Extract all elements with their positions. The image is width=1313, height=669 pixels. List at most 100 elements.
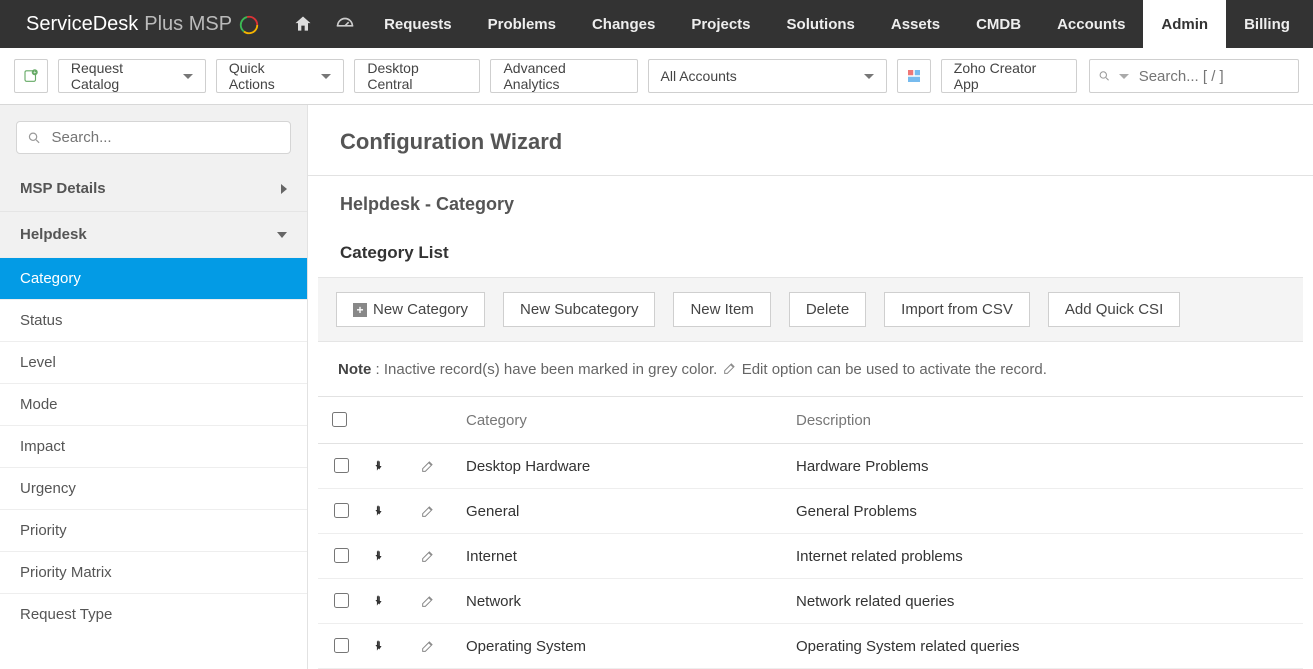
account-org-icon[interactable]: [897, 59, 931, 93]
table-row: Operating SystemOperating System related…: [318, 624, 1303, 669]
nav-requests[interactable]: Requests: [366, 0, 470, 48]
note-prefix: : Inactive record(s) have been marked in…: [371, 361, 721, 378]
nav-problems[interactable]: Problems: [470, 0, 574, 48]
search-icon: [1098, 68, 1111, 84]
table-row: GeneralGeneral Problems: [318, 489, 1303, 534]
note-suffix: Edit option can be used to activate the …: [742, 361, 1047, 378]
import-csv-button[interactable]: Import from CSV: [884, 292, 1030, 327]
cell-category: General: [456, 489, 786, 534]
quick-actions-dropdown[interactable]: Quick Actions: [216, 59, 345, 93]
quick-actions-label: Quick Actions: [229, 60, 314, 92]
expand-icon[interactable]: [374, 639, 388, 653]
new-subcategory-button[interactable]: New Subcategory: [503, 292, 655, 327]
expand-icon[interactable]: [374, 594, 388, 608]
chevron-down-icon: [183, 74, 193, 79]
sidebar-group-msp-details[interactable]: MSP Details: [0, 166, 307, 211]
zoho-creator-button[interactable]: Zoho Creator App: [941, 59, 1077, 93]
cell-category: Internet: [456, 534, 786, 579]
cell-category: Desktop Hardware: [456, 444, 786, 489]
toolbar: + Request Catalog Quick Actions Desktop …: [0, 48, 1313, 105]
sidebar-group-label: MSP Details: [20, 180, 106, 197]
sidebar-item-request-type[interactable]: Request Type: [0, 593, 307, 635]
desktop-central-button[interactable]: Desktop Central: [354, 59, 480, 93]
sidebar-item-mode[interactable]: Mode: [0, 383, 307, 425]
col-description-header: Description: [786, 397, 1303, 444]
select-all-checkbox[interactable]: [332, 412, 347, 427]
brand: ServiceDesk Plus MSP: [0, 0, 282, 48]
nav-admin[interactable]: Admin: [1143, 0, 1226, 48]
sidebar-item-impact[interactable]: Impact: [0, 425, 307, 467]
expand-icon[interactable]: [374, 549, 388, 563]
new-item-label: New Item: [690, 301, 753, 318]
sidebar-item-urgency[interactable]: Urgency: [0, 467, 307, 509]
col-expand: [364, 397, 410, 444]
cell-description: General Problems: [786, 489, 1303, 534]
expand-icon[interactable]: [374, 459, 388, 473]
sidebar-item-level[interactable]: Level: [0, 341, 307, 383]
desktop-central-label: Desktop Central: [367, 60, 467, 92]
topnav-items: RequestsProblemsChangesProjectsSolutions…: [366, 0, 1308, 48]
row-checkbox[interactable]: [334, 638, 349, 653]
brand-logo-icon: [238, 14, 260, 36]
cell-category: Network: [456, 579, 786, 624]
svg-text:+: +: [33, 70, 36, 76]
edit-icon: [722, 360, 738, 376]
action-bar: + New Category New Subcategory New Item …: [318, 277, 1303, 342]
cell-description: Hardware Problems: [786, 444, 1303, 489]
nav-solutions[interactable]: Solutions: [769, 0, 873, 48]
nav-accounts[interactable]: Accounts: [1039, 0, 1143, 48]
new-request-icon[interactable]: +: [14, 59, 48, 93]
chevron-down-icon: [1119, 74, 1129, 79]
add-quick-csi-button[interactable]: Add Quick CSI: [1048, 292, 1180, 327]
sidebar-item-priority-matrix[interactable]: Priority Matrix: [0, 551, 307, 593]
import-csv-label: Import from CSV: [901, 301, 1013, 318]
sidebar-item-status[interactable]: Status: [0, 299, 307, 341]
sidebar-search-wrap: [0, 105, 307, 166]
row-checkbox[interactable]: [334, 503, 349, 518]
edit-icon[interactable]: [420, 548, 436, 564]
main: Configuration Wizard Helpdesk - Category…: [308, 105, 1313, 669]
edit-icon[interactable]: [420, 458, 436, 474]
nav-cmdb[interactable]: CMDB: [958, 0, 1039, 48]
chevron-down-icon: [321, 74, 331, 79]
dashboard-icon[interactable]: [324, 0, 366, 48]
home-icon[interactable]: [282, 0, 324, 48]
expand-icon[interactable]: [374, 504, 388, 518]
row-checkbox[interactable]: [334, 458, 349, 473]
request-catalog-dropdown[interactable]: Request Catalog: [58, 59, 206, 93]
new-subcategory-label: New Subcategory: [520, 301, 638, 318]
row-checkbox[interactable]: [334, 548, 349, 563]
top-nav: ServiceDesk Plus MSP RequestsProblemsCha…: [0, 0, 1313, 48]
sidebar-search-input[interactable]: [50, 128, 280, 147]
sidebar-group-helpdesk[interactable]: Helpdesk: [0, 211, 307, 257]
add-quick-csi-label: Add Quick CSI: [1065, 301, 1163, 318]
search-input[interactable]: [1137, 67, 1290, 86]
edit-icon[interactable]: [420, 593, 436, 609]
advanced-analytics-button[interactable]: Advanced Analytics: [490, 59, 637, 93]
delete-button[interactable]: Delete: [789, 292, 866, 327]
zoho-creator-label: Zoho Creator App: [954, 60, 1064, 92]
sidebar-item-category[interactable]: Category: [0, 257, 307, 299]
new-category-button[interactable]: + New Category: [336, 292, 485, 327]
col-edit: [410, 397, 456, 444]
new-item-button[interactable]: New Item: [673, 292, 770, 327]
row-checkbox[interactable]: [334, 593, 349, 608]
chevron-right-icon: [281, 184, 287, 194]
nav-projects[interactable]: Projects: [673, 0, 768, 48]
advanced-analytics-label: Advanced Analytics: [503, 60, 624, 92]
table-row: InternetInternet related problems: [318, 534, 1303, 579]
table-row: Desktop HardwareHardware Problems: [318, 444, 1303, 489]
brand-sub: Plus MSP: [144, 13, 232, 36]
account-selected-label: All Accounts: [661, 68, 737, 84]
search-icon: [27, 130, 42, 146]
sidebar-group-label: Helpdesk: [20, 226, 87, 243]
sidebar-item-priority[interactable]: Priority: [0, 509, 307, 551]
account-select[interactable]: All Accounts: [648, 59, 887, 93]
global-search[interactable]: [1089, 59, 1299, 93]
sidebar-search[interactable]: [16, 121, 291, 154]
nav-changes[interactable]: Changes: [574, 0, 673, 48]
table-row: NetworkNetwork related queries: [318, 579, 1303, 624]
nav-billing[interactable]: Billing: [1226, 0, 1308, 48]
nav-assets[interactable]: Assets: [873, 0, 958, 48]
edit-icon[interactable]: [420, 503, 436, 519]
